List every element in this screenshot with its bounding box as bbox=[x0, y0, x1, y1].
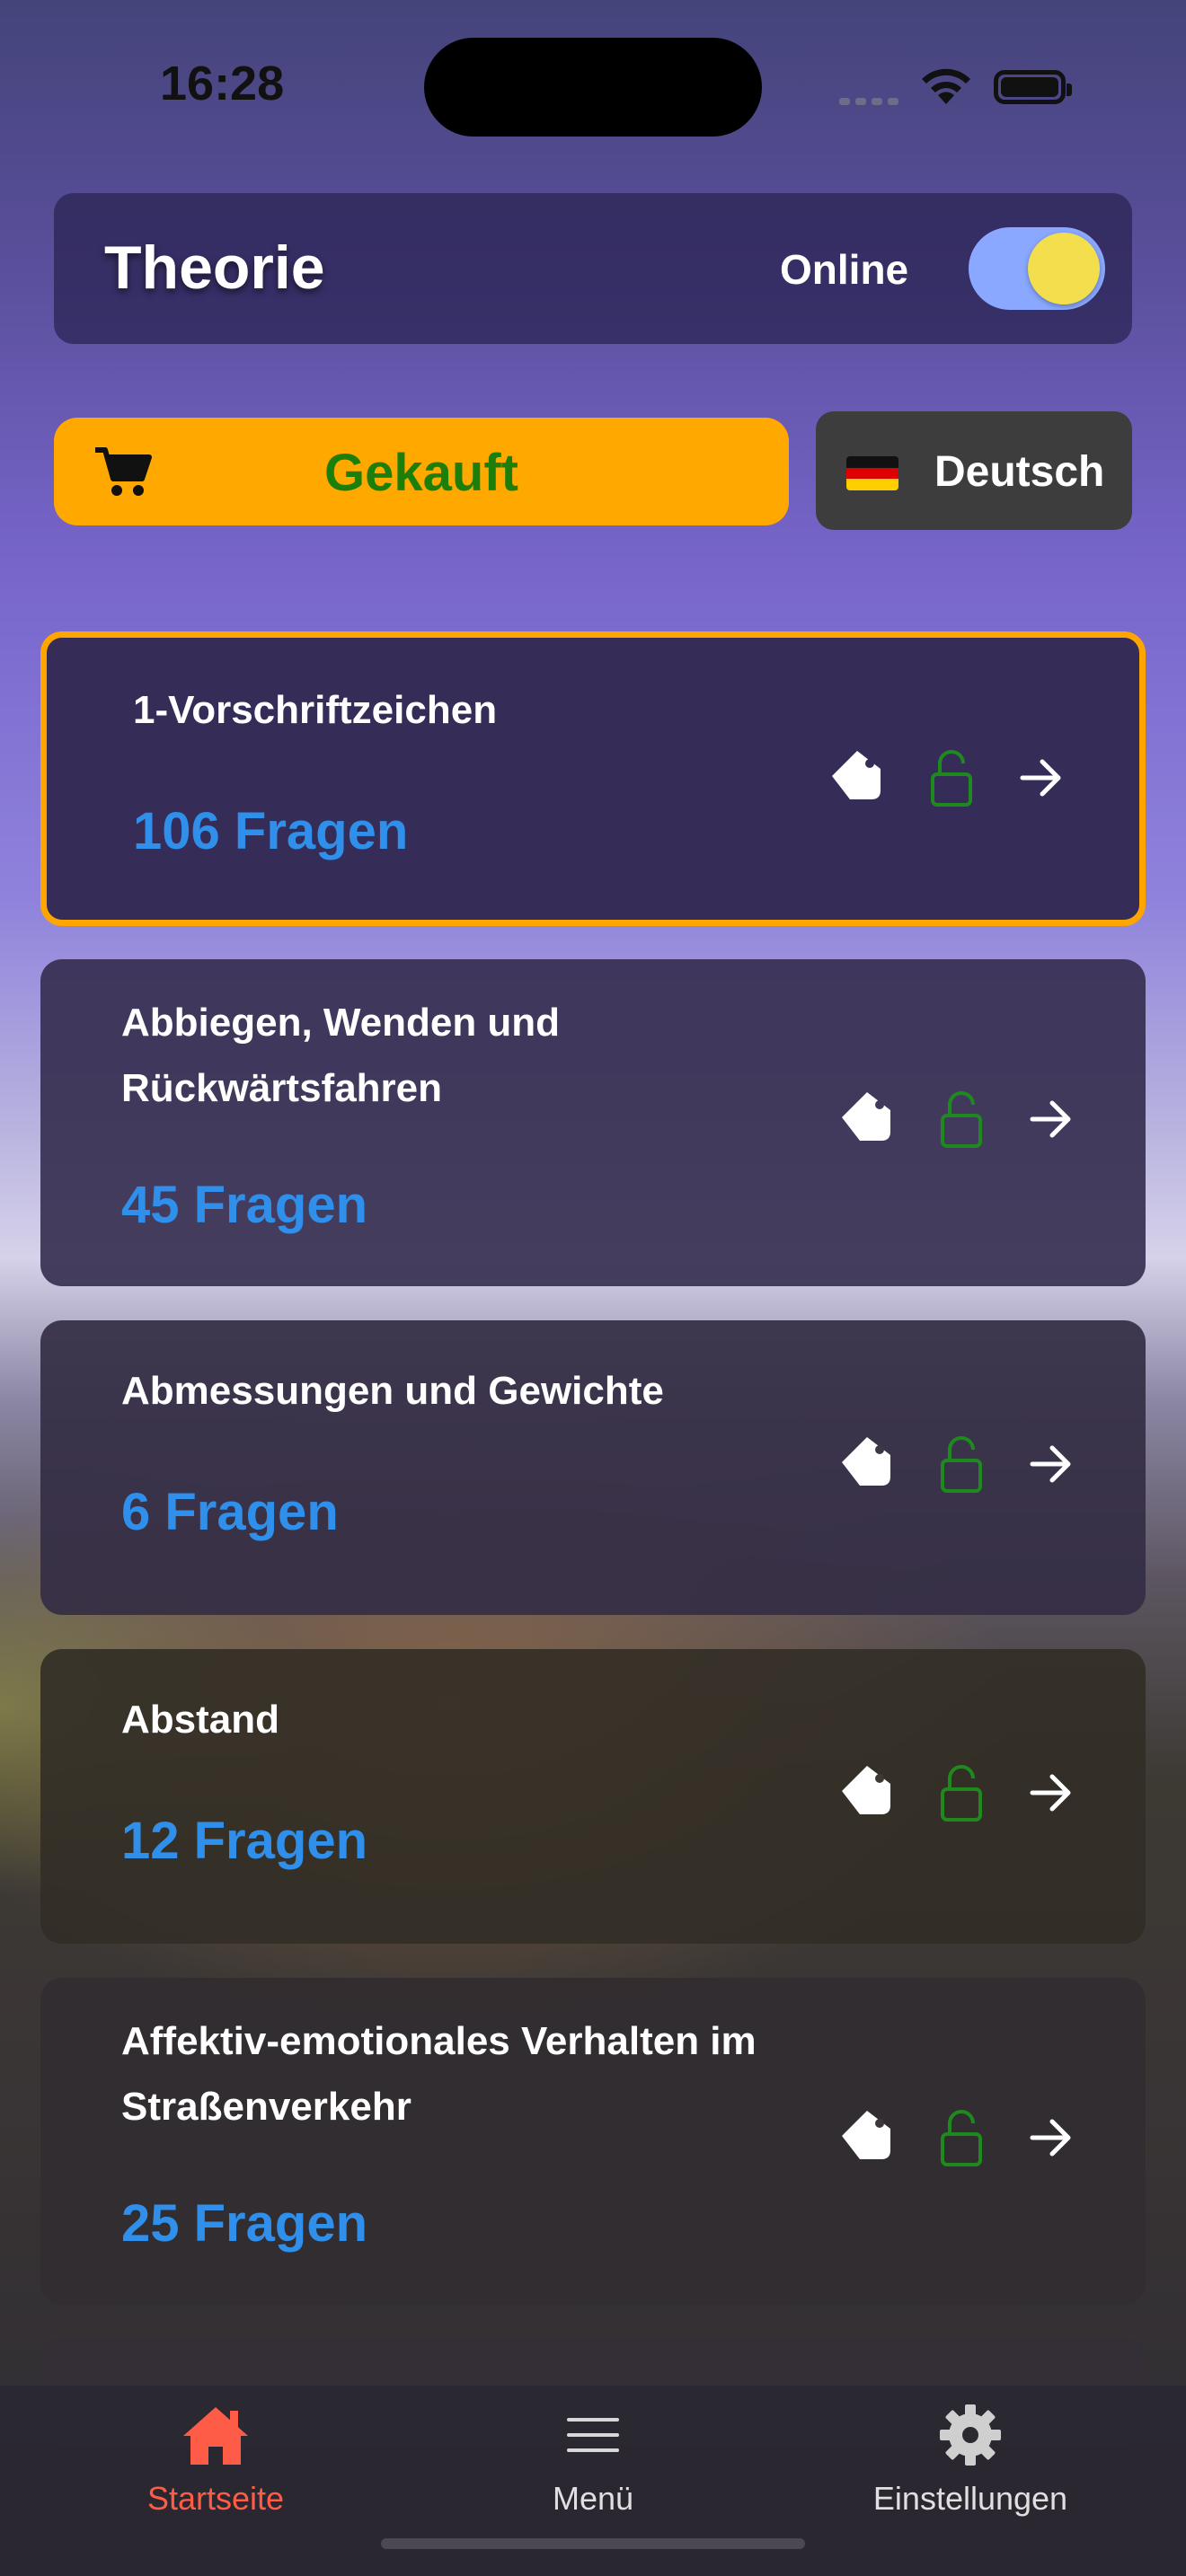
category-card[interactable]: Abstand 12 Fragen bbox=[40, 1649, 1146, 1944]
battery-icon bbox=[994, 70, 1072, 104]
category-card[interactable]: Abbiegen, Wenden und Rückwärtsfahren 45 … bbox=[40, 959, 1146, 1286]
arrow-right-icon[interactable] bbox=[1029, 1773, 1074, 1813]
tab-label: Menü bbox=[552, 2480, 634, 2517]
header-bar: Theorie Online bbox=[54, 193, 1132, 344]
category-name: Abbiegen, Wenden und Rückwärtsfahren bbox=[121, 1001, 561, 1110]
status-time: 16:28 bbox=[160, 57, 285, 110]
unlocked-icon bbox=[931, 750, 972, 807]
question-count: 106 Fragen bbox=[133, 802, 409, 860]
tab-label: Startseite bbox=[146, 2480, 285, 2517]
category-name: 1-Vorschriftzeichen bbox=[133, 688, 498, 732]
unlocked-icon bbox=[941, 1436, 982, 1493]
tab-settings[interactable]: Einstellungen bbox=[791, 2404, 1150, 2518]
question-count: 25 Fragen bbox=[121, 2194, 367, 2253]
price-tag-icon bbox=[842, 1766, 890, 1814]
gear-icon bbox=[940, 2404, 1001, 2466]
category-card[interactable]: Affektiv-emotionales Verhalten im Straße… bbox=[40, 1978, 1146, 2305]
german-flag-icon bbox=[846, 456, 898, 490]
unlocked-icon bbox=[941, 1765, 982, 1822]
online-label: Online bbox=[780, 246, 909, 293]
question-count: 12 Fragen bbox=[121, 1812, 367, 1870]
status-bar: 16:28 bbox=[0, 0, 1186, 171]
category-name: Abmessungen und Gewichte bbox=[121, 1369, 664, 1413]
purchased-label: Gekauft bbox=[324, 444, 518, 502]
category-card[interactable]: 1-Vorschriftzeichen 106 Fragen bbox=[40, 631, 1146, 926]
language-label: Deutsch bbox=[934, 448, 1105, 496]
category-name: Abstand bbox=[121, 1698, 279, 1742]
question-count: 6 Fragen bbox=[121, 1483, 339, 1541]
arrow-right-icon[interactable] bbox=[1029, 1099, 1074, 1139]
online-toggle[interactable] bbox=[969, 227, 1105, 310]
question-count: 45 Fragen bbox=[121, 1176, 367, 1234]
toggle-knob bbox=[1028, 233, 1100, 304]
unlocked-icon bbox=[941, 1091, 982, 1148]
wifi-icon bbox=[922, 68, 970, 104]
price-tag-icon bbox=[832, 751, 881, 799]
cellular-signal-icon bbox=[839, 93, 904, 110]
menu-icon bbox=[567, 2418, 619, 2452]
arrow-right-icon[interactable] bbox=[1029, 2118, 1074, 2157]
price-tag-icon bbox=[842, 1437, 890, 1486]
category-card[interactable]: Abmessungen und Gewichte 6 Fragen bbox=[40, 1320, 1146, 1615]
price-tag-icon bbox=[842, 2111, 890, 2159]
price-tag-icon bbox=[842, 1092, 890, 1141]
home-icon bbox=[183, 2407, 248, 2465]
dynamic-island bbox=[424, 38, 762, 137]
unlocked-icon bbox=[941, 2110, 982, 2166]
arrow-right-icon[interactable] bbox=[1029, 1444, 1074, 1484]
tab-label: Einstellungen bbox=[872, 2480, 1068, 2517]
page-title: Theorie bbox=[104, 234, 325, 302]
tab-home[interactable]: Startseite bbox=[36, 2404, 395, 2518]
category-name: Affektiv-emotionales Verhalten im Straße… bbox=[121, 2019, 757, 2129]
home-indicator bbox=[381, 2538, 805, 2549]
language-button[interactable]: Deutsch bbox=[816, 411, 1132, 530]
tab-menu[interactable]: Menü bbox=[413, 2404, 773, 2518]
arrow-right-icon[interactable] bbox=[1019, 758, 1064, 798]
purchased-button[interactable]: Gekauft bbox=[54, 418, 789, 525]
